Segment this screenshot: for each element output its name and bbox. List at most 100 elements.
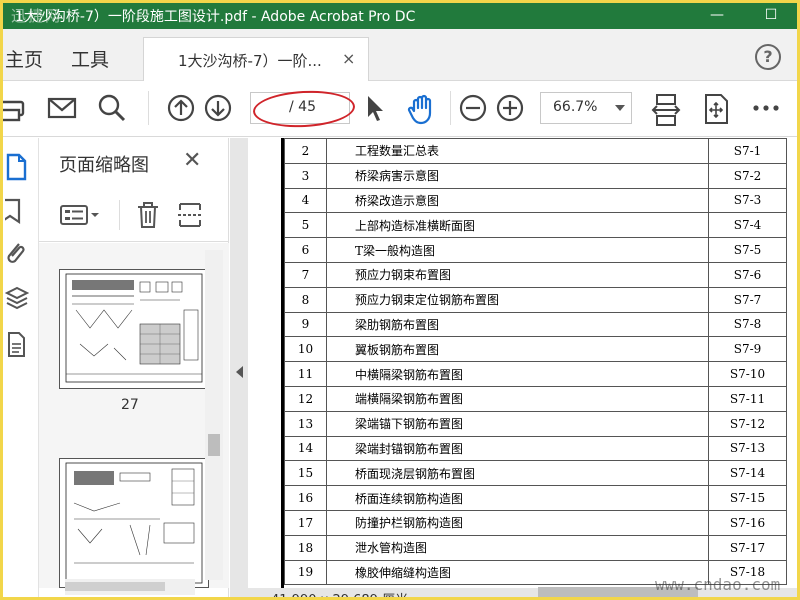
- tab-tools[interactable]: 工具: [71, 45, 109, 72]
- drawing-index-table: 2 工程数量汇总表 S7-1 3 桥梁病害示意图 S7-2 4 桥梁改造示意图 S7-3 5 上部构…: [284, 138, 787, 586]
- thumbnail-options-icon[interactable]: [59, 202, 103, 228]
- drawing-code: S7-2: [708, 162, 787, 189]
- row-number: 12: [284, 385, 327, 412]
- thumbnail-drawing: [65, 273, 203, 383]
- page-number-input[interactable]: [255, 99, 285, 117]
- drawing-code: S7-12: [708, 410, 787, 437]
- drawing-code: S7-5: [708, 237, 787, 263]
- page-number-box: / 45: [250, 92, 350, 124]
- thumbnails-vertical-scrollbar[interactable]: [205, 250, 223, 580]
- fit-width-icon[interactable]: [651, 93, 681, 127]
- drawing-title: 翼板钢筋布置图: [326, 336, 709, 363]
- help-icon[interactable]: ?: [755, 44, 781, 70]
- panel-title: 页面缩略图: [59, 155, 149, 176]
- drawing-title: 中横隔梁钢筋布置图: [326, 361, 709, 387]
- table-row: 10 翼板钢筋布置图 S7-9: [284, 336, 787, 363]
- document-tab-label: 1大沙沟桥-7）一阶...: [178, 52, 322, 70]
- maximize-button[interactable]: ☐: [751, 3, 791, 29]
- drawing-title: 端横隔梁钢筋布置图: [326, 385, 709, 412]
- page-thumbnails-panel: 页面缩略图 ✕ 27: [39, 138, 229, 597]
- row-number: 11: [284, 361, 327, 387]
- tab-home[interactable]: 主页: [5, 45, 43, 72]
- row-number: 5: [284, 212, 327, 239]
- table-row: 5 上部构造标准横断面图 S7-4: [284, 212, 787, 239]
- layers-icon[interactable]: [5, 284, 29, 314]
- zoom-in-icon[interactable]: [495, 93, 525, 123]
- drawing-title: 泄水管构造图: [326, 534, 709, 561]
- row-number: 7: [284, 261, 327, 288]
- drawing-code: S7-3: [708, 187, 787, 214]
- page-total: / 45: [289, 99, 316, 115]
- drawing-code: S7-7: [708, 286, 787, 313]
- document-viewport: 2 工程数量汇总表 S7-1 3 桥梁病害示意图 S7-2 4 桥梁改造示意图 S7-3 5 上部构…: [230, 138, 797, 597]
- pdf-page: 2 工程数量汇总表 S7-1 3 桥梁病害示意图 S7-2 4 桥梁改造示意图 S7-3 5 上部构…: [248, 138, 797, 588]
- email-icon[interactable]: [47, 93, 77, 123]
- drawing-code: S7-8: [708, 311, 787, 338]
- window-title: 1大沙沟桥-7）一阶段施工图设计.pdf - Adobe Acrobat Pro…: [15, 9, 416, 25]
- table-row: 11 中横隔梁钢筋布置图 S7-10: [284, 361, 787, 387]
- scrollbar-thumb[interactable]: [65, 582, 165, 591]
- drawing-code: S7-6: [708, 261, 787, 288]
- full-screen-icon[interactable]: [701, 93, 731, 125]
- hand-tool-icon[interactable]: [406, 93, 440, 125]
- thumbnails-list: 27: [39, 243, 229, 588]
- zoom-select[interactable]: 66.7%: [540, 92, 632, 124]
- drawing-title: 预应力钢束定位钢筋布置图: [326, 286, 709, 313]
- thumbnail-toolbar: [39, 190, 229, 242]
- close-panel-icon[interactable]: ✕: [183, 148, 201, 173]
- drawing-code: S7-11: [708, 385, 787, 412]
- scrollbar-thumb[interactable]: [208, 434, 220, 456]
- drawing-code: S7-4: [708, 212, 787, 239]
- content-icon[interactable]: [5, 330, 29, 360]
- toolbar-separator: [450, 91, 451, 125]
- zoom-value: 66.7%: [553, 99, 598, 115]
- search-icon[interactable]: [97, 93, 127, 123]
- row-number: 3: [284, 162, 327, 189]
- thumbnails-horizontal-scrollbar[interactable]: [65, 579, 195, 595]
- toolbar-separator: [119, 200, 120, 230]
- toolbar-separator: [148, 91, 149, 125]
- previous-page-icon[interactable]: [166, 93, 196, 123]
- drawing-code: S7-15: [708, 485, 787, 511]
- row-number: 9: [284, 311, 327, 338]
- drawing-title: 梁端锚下钢筋布置图: [326, 410, 709, 437]
- trash-icon[interactable]: [135, 200, 161, 230]
- table-row: 17 防撞护栏钢筋构造图 S7-16: [284, 509, 787, 536]
- table-row: 16 桥面连续钢筋构造图 S7-15: [284, 485, 787, 511]
- drawing-code: S7-13: [708, 435, 787, 462]
- minimize-button[interactable]: —: [697, 3, 737, 29]
- more-options-icon[interactable]: [751, 93, 781, 123]
- drawing-code: S7-1: [708, 138, 787, 164]
- row-number: 6: [284, 237, 327, 263]
- chevron-down-icon: [615, 105, 625, 111]
- zoom-out-icon[interactable]: [458, 93, 488, 123]
- bookmark-icon[interactable]: [5, 196, 29, 226]
- row-number: 19: [284, 559, 327, 586]
- drawing-code: S7-17: [708, 534, 787, 561]
- attachment-icon[interactable]: [5, 238, 29, 268]
- collapse-panel-icon[interactable]: [236, 366, 243, 378]
- print-icon[interactable]: [3, 93, 27, 123]
- row-number: 10: [284, 336, 327, 363]
- page-thumbnails-icon[interactable]: [5, 152, 29, 182]
- title-bar: 1大沙沟桥-7）一阶段施工图设计.pdf - Adobe Acrobat Pro…: [3, 3, 797, 29]
- table-row: 2 工程数量汇总表 S7-1: [284, 138, 787, 164]
- row-number: 13: [284, 410, 327, 437]
- tab-document[interactable]: 1大沙沟桥-7）一阶... ×: [143, 37, 369, 81]
- drawing-title: 防撞护栏钢筋构造图: [326, 509, 709, 536]
- close-tab-icon[interactable]: ×: [342, 49, 355, 68]
- drawing-title: 桥面连续钢筋构造图: [326, 485, 709, 511]
- page-thumbnail-27[interactable]: [59, 269, 209, 389]
- row-number: 17: [284, 509, 327, 536]
- drawing-title: 桥面现浇层钢筋布置图: [326, 460, 709, 487]
- table-row: 7 预应力钢束布置图 S7-6: [284, 261, 787, 288]
- acrobat-window: 1大沙沟桥-7）一阶段施工图设计.pdf - Adobe Acrobat Pro…: [3, 3, 797, 597]
- page-thumbnail-28[interactable]: [59, 458, 209, 588]
- drawing-code: S7-14: [708, 460, 787, 487]
- select-cursor-icon[interactable]: [363, 93, 387, 123]
- row-number: 8: [284, 286, 327, 313]
- table-row: 18 泄水管构造图 S7-17: [284, 534, 787, 561]
- extract-pages-icon[interactable]: [177, 200, 203, 230]
- drawing-code: S7-9: [708, 336, 787, 363]
- next-page-icon[interactable]: [203, 93, 233, 123]
